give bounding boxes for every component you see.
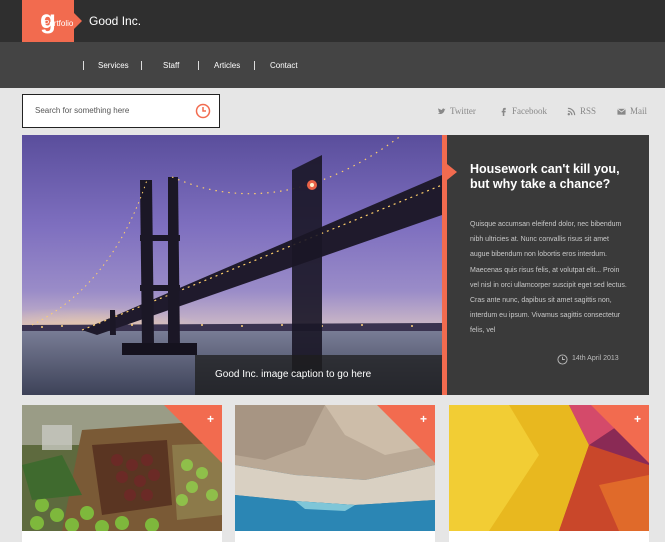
rss-label: RSS xyxy=(580,106,597,116)
social-mail[interactable]: Mail xyxy=(617,106,647,116)
plus-icon[interactable]: + xyxy=(634,413,641,425)
nav-item-staff[interactable]: Staff xyxy=(163,61,179,70)
nav-separator xyxy=(254,61,255,70)
social-twitter[interactable]: Twitter xyxy=(437,106,476,116)
nav-separator xyxy=(83,61,84,70)
panel-arrow xyxy=(447,164,457,180)
article-date: 14th April 2013 xyxy=(572,355,619,362)
clock-icon[interactable] xyxy=(195,103,211,119)
search-input[interactable] xyxy=(35,106,185,115)
social-facebook[interactable]: Facebook xyxy=(499,106,547,116)
mail-icon xyxy=(617,107,626,115)
clock-icon xyxy=(557,354,568,365)
nav-item-services[interactable]: Services xyxy=(98,61,129,70)
nav-separator xyxy=(198,61,199,70)
article-excerpt: Quisque accumsan eleifend dolor, nec bib… xyxy=(470,221,627,335)
image-caption: Good Inc. image caption to go here xyxy=(215,369,372,380)
social-rss[interactable]: RSS xyxy=(567,106,596,116)
logo-arrow xyxy=(74,13,82,29)
portfolio-tile[interactable]: + xyxy=(449,405,649,542)
plus-icon[interactable]: + xyxy=(207,413,214,425)
portfolio-tile[interactable]: + xyxy=(22,405,222,542)
portfolio-tile[interactable]: + xyxy=(235,405,435,542)
facebook-icon xyxy=(501,107,506,116)
nav-item-articles[interactable]: Articles xyxy=(214,61,240,70)
plus-icon[interactable]: + xyxy=(420,413,427,425)
twitter-label: Twitter xyxy=(450,106,476,116)
mail-label: Mail xyxy=(630,106,647,116)
rss-icon xyxy=(567,107,576,115)
search-box[interactable] xyxy=(22,94,220,128)
nav-item-portfolio[interactable]: Portfolio xyxy=(44,19,73,28)
article-title[interactable]: Housework can't kill you, but why take a… xyxy=(470,162,630,192)
twitter-icon xyxy=(437,107,446,114)
nav-separator xyxy=(141,61,142,70)
nav-item-contact[interactable]: Contact xyxy=(270,61,298,70)
brand-name[interactable]: Good Inc. xyxy=(89,14,141,28)
facebook-label: Facebook xyxy=(512,106,547,116)
